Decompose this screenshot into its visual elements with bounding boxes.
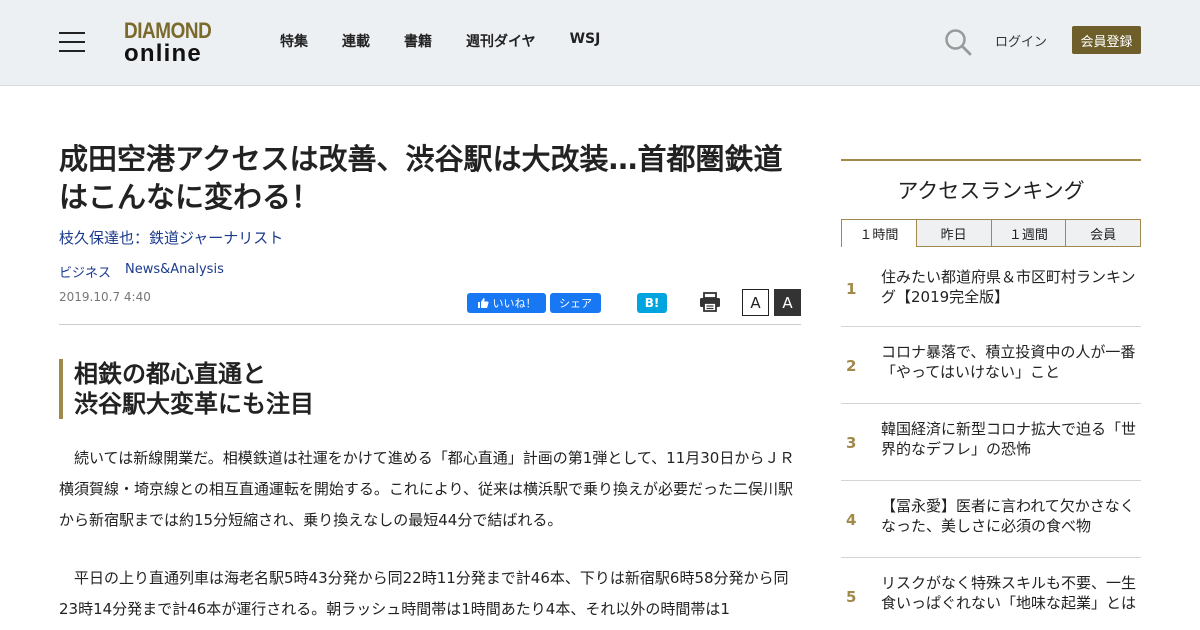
article-title: 成田空港アクセスは改善、渋谷駅は大改装…首都圏鉄道はこんなに変わる！ [59,142,783,214]
ranking-item[interactable]: 4 【冨永愛】医者に言われて欠かさなくなった、美しさに必須の食べ物 [841,481,1141,558]
hatena-bookmark-button[interactable]: B! [637,293,667,313]
ranking-item[interactable]: 2 コロナ暴落で、積立投資中の人が一番「やってはいけない」こと [841,327,1141,404]
section-heading: 相鉄の都心直通と 渋谷駅大変革にも注目 [59,359,801,419]
facebook-like-label: いいね！ [492,297,537,310]
tab-1hour[interactable]: １時間 [841,219,917,247]
rank-title[interactable]: 【冨永愛】医者に言われて欠かさなくなった、美しさに必須の食べ物 [881,496,1141,536]
nav-item-series[interactable]: 連載 [342,31,370,51]
tab-1week[interactable]: １週間 [991,219,1067,247]
section-heading-line1: 相鉄の都心直通と [74,360,266,388]
search-icon[interactable] [944,28,972,56]
print-icon[interactable] [699,291,721,313]
tab-members[interactable]: 会員 [1066,219,1141,247]
logo-text-bottom: online [124,40,202,67]
ranking-tabs: １時間 昨日 １週間 会員 [841,219,1141,247]
rank-title[interactable]: 韓国経済に新型コロナ拡大で迫る「世界的なデフレ」の恐怖 [881,419,1141,459]
site-logo[interactable]: DIAMOND online [124,20,228,66]
nav-item-feature[interactable]: 特集 [280,31,308,51]
author-link[interactable]: 枝久保達也：鉄道ジャーナリスト [59,227,283,248]
ranking-title: アクセスランキング [897,179,1085,203]
publish-date: 2019.10.7 4:40 [59,290,151,304]
section-heading-line2: 渋谷駅大変革にも注目 [74,390,314,418]
rank-title[interactable]: コロナ暴落で、積立投資中の人が一番「やってはいけない」こと [881,342,1141,382]
font-size-small-button[interactable]: A [742,289,769,316]
rank-title[interactable]: 住みたい都道府県＆市区町村ランキング【2019完全版】 [881,267,1141,307]
thumbs-up-icon [477,298,489,308]
ranking-item[interactable]: 3 韓国経済に新型コロナ拡大で迫る「世界的なデフレ」の恐怖 [841,404,1141,481]
facebook-share-button[interactable]: シェア [550,293,601,313]
nav-item-books[interactable]: 書籍 [404,31,432,51]
article-paragraph: 平日の上り直通列車は海老名駅5時43分発から同22時11分発まで計46本、下りは… [59,569,789,618]
rank-number: 4 [846,510,857,529]
login-link[interactable]: ログイン [995,31,1047,50]
sidebar-divider [841,159,1141,161]
site-header: DIAMOND online 特集 連載 書籍 週刊ダイヤ WSJ ログイン 会… [0,0,1200,86]
nav-item-weekly[interactable]: 週刊ダイヤ [466,31,536,51]
font-size-large-button[interactable]: A [774,289,801,316]
divider [59,324,801,325]
signup-button[interactable]: 会員登録 [1072,26,1141,54]
logo-text-top: DIAMOND [124,18,212,43]
nav-item-wsj[interactable]: WSJ [570,31,601,51]
category-news-analysis[interactable]: News&Analysis [125,262,224,281]
ranking-item[interactable]: 5 リスクがなく特殊スキルも不要、一生食いっぱぐれない「地味な起業」とは [841,558,1141,630]
rank-number: 3 [846,433,857,452]
rank-number: 1 [846,279,857,298]
menu-icon[interactable] [59,32,85,52]
facebook-buttons: いいね！ シェア [467,293,601,313]
rank-title[interactable]: リスクがなく特殊スキルも不要、一生食いっぱぐれない「地味な起業」とは [881,573,1141,613]
main-nav: 特集 連載 書籍 週刊ダイヤ WSJ [280,31,634,51]
ranking-item[interactable]: 1 住みたい都道府県＆市区町村ランキング【2019完全版】 [841,250,1141,327]
rank-number: 5 [846,587,857,606]
facebook-like-button[interactable]: いいね！ [467,293,546,313]
rank-number: 2 [846,356,857,375]
category-business[interactable]: ビジネス [59,262,111,281]
tab-yesterday[interactable]: 昨日 [916,219,992,247]
article-paragraph: 続いては新線開業だ。相模鉄道は社運をかけて進める「都心直通」計画の第1弾として、… [59,449,795,529]
category-list: ビジネス News&Analysis [59,262,224,281]
